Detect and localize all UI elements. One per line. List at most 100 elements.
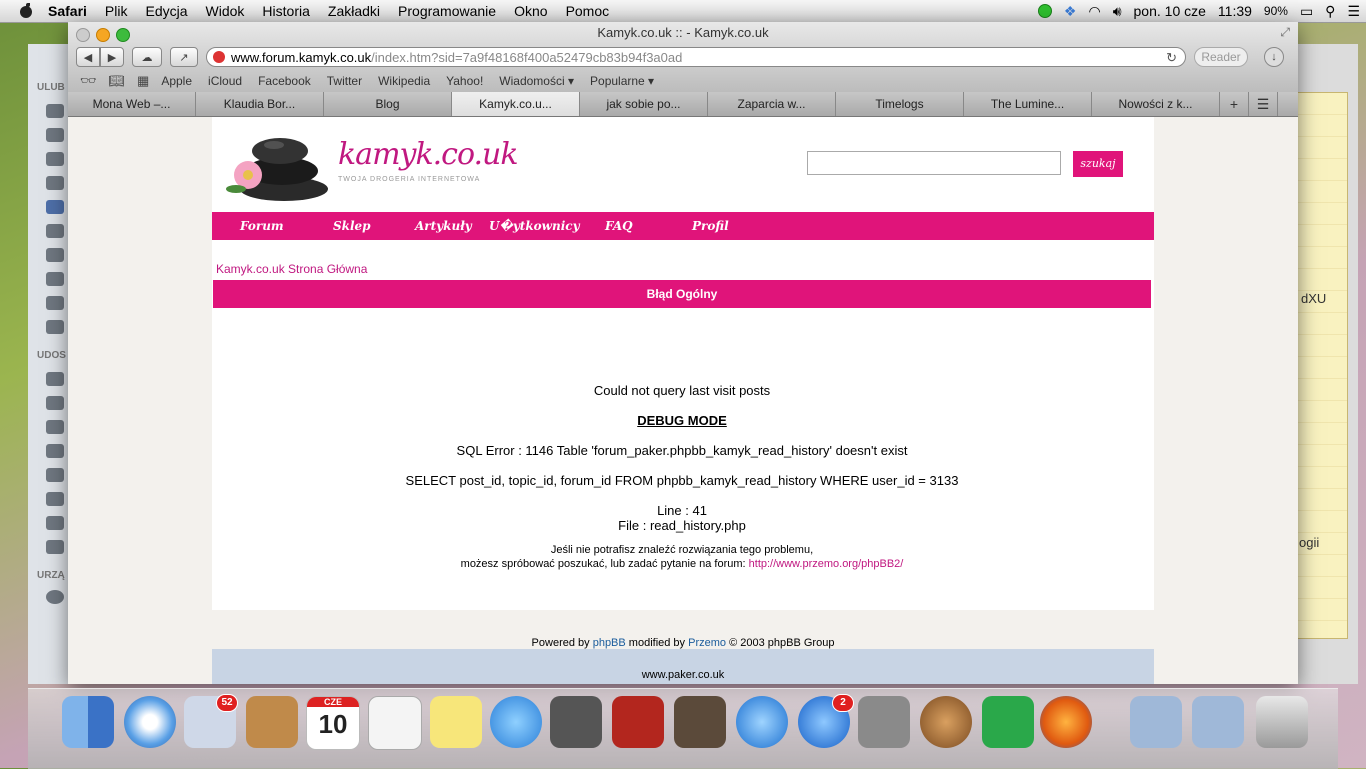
menu-date[interactable]: pon. 10 cze xyxy=(1134,3,1206,19)
tab-jak-sobie[interactable]: jak sobie po... xyxy=(580,92,708,116)
site-logo[interactable]: kamyk.co.uk xyxy=(338,137,519,172)
bookmark-twitter[interactable]: Twitter xyxy=(327,74,362,88)
tab-overview-icon[interactable]: ☰ xyxy=(1249,92,1278,116)
menu-okno[interactable]: Okno xyxy=(514,3,547,19)
tab-blog[interactable]: Blog xyxy=(324,92,452,116)
movies-icon[interactable] xyxy=(46,272,64,286)
menu-time[interactable]: 11:39 xyxy=(1218,3,1252,19)
notification-center-icon[interactable]: ☰ xyxy=(1347,3,1360,20)
search-button[interactable]: szukaj xyxy=(1073,151,1123,177)
tab-nowosci[interactable]: Nowości z k... xyxy=(1092,92,1220,116)
disk-icon[interactable] xyxy=(46,590,64,604)
menu-plik[interactable]: Plik xyxy=(105,3,128,19)
tab-kamyk-active[interactable]: Kamyk.co.u... xyxy=(452,92,580,116)
bookmark-wikipedia[interactable]: Wikipedia xyxy=(378,74,430,88)
shared-computer-icon[interactable] xyxy=(46,468,64,482)
nav-uzytkownicy[interactable]: U�ytkownicy xyxy=(489,212,580,240)
reload-icon[interactable]: ↻ xyxy=(1166,50,1177,66)
downloads-folder-icon[interactable] xyxy=(1192,696,1244,748)
shared-computer-icon[interactable] xyxy=(46,444,64,458)
bookmark-folder-popularne[interactable]: Popularne ▾ xyxy=(590,74,654,88)
bookmark-apple[interactable]: Apple xyxy=(161,74,192,88)
tab-klaudia[interactable]: Klaudia Bor... xyxy=(196,92,324,116)
shared-computer-icon[interactable] xyxy=(46,396,64,410)
menu-pomoc[interactable]: Pomoc xyxy=(566,3,610,19)
menu-historia[interactable]: Historia xyxy=(262,3,309,19)
files-icon[interactable] xyxy=(46,224,64,238)
tab-mona-web[interactable]: Mona Web –... xyxy=(68,92,196,116)
top-sites-grid-icon[interactable]: ▦ xyxy=(137,73,149,89)
wifi-icon[interactable]: ◠ xyxy=(1088,3,1100,20)
system-preferences-icon[interactable] xyxy=(858,696,910,748)
new-tab-icon[interactable]: + xyxy=(1220,92,1249,116)
menu-app-safari[interactable]: Safari xyxy=(48,3,87,19)
shared-computer-icon[interactable] xyxy=(46,492,64,506)
phpbb-link[interactable]: phpBB xyxy=(593,637,626,649)
network-icon[interactable] xyxy=(46,540,64,554)
menu-edycja[interactable]: Edycja xyxy=(145,3,187,19)
firefox-icon[interactable] xyxy=(1040,696,1092,748)
address-bar[interactable]: www.forum.kamyk.co.uk /index.htm?sid=7a9… xyxy=(206,47,1186,67)
menu-widok[interactable]: Widok xyxy=(206,3,245,19)
applications-folder-icon[interactable] xyxy=(1130,696,1182,748)
notes-icon[interactable] xyxy=(430,696,482,748)
spotlight-search-icon[interactable]: ⚲ xyxy=(1325,3,1335,20)
shared-computer-icon[interactable] xyxy=(46,372,64,386)
menu-zakladki[interactable]: Zakładki xyxy=(328,3,380,19)
nav-profil[interactable]: Profil xyxy=(692,212,729,240)
battery-icon[interactable]: ▭ xyxy=(1300,3,1313,20)
tab-timelogs[interactable]: Timelogs xyxy=(836,92,964,116)
share-button[interactable]: ↗ xyxy=(170,47,198,67)
pictures-icon[interactable] xyxy=(46,320,64,334)
contacts-icon[interactable] xyxy=(246,696,298,748)
tab-the-lumine[interactable]: The Lumine... xyxy=(964,92,1092,116)
bookmark-yahoo[interactable]: Yahoo! xyxy=(446,74,483,88)
bookmark-folder-wiadomosci[interactable]: Wiadomości ▾ xyxy=(499,74,574,88)
apple-menu-icon[interactable] xyxy=(18,3,34,19)
bookmarks-book-icon[interactable]: 📖︎ xyxy=(109,73,126,89)
bookmark-icloud[interactable]: iCloud xyxy=(208,74,242,88)
laptop-icon[interactable] xyxy=(46,516,64,530)
shared-computer-icon[interactable] xyxy=(46,420,64,434)
volume-icon[interactable]: 🔊︎ xyxy=(1113,3,1122,20)
fullscreen-icon[interactable]: ⤢ xyxy=(1280,25,1290,40)
facetime-icon[interactable] xyxy=(550,696,602,748)
przemo-link[interactable]: Przemo xyxy=(688,637,726,649)
reminders-icon[interactable] xyxy=(368,696,422,750)
app-icon[interactable] xyxy=(920,696,972,748)
help-forum-link[interactable]: http://www.przemo.org/phpBB2/ xyxy=(749,558,904,570)
status-green-icon[interactable] xyxy=(1037,4,1052,18)
tab-zaparcia[interactable]: Zaparcia w... xyxy=(708,92,836,116)
reading-list-icon[interactable]: 👓︎ xyxy=(80,73,97,89)
applications-icon[interactable] xyxy=(46,176,64,190)
messages-icon[interactable] xyxy=(490,696,542,748)
airdrop-icon[interactable] xyxy=(46,152,64,166)
reader-button[interactable]: Reader xyxy=(1194,47,1248,67)
trash-icon[interactable] xyxy=(1256,696,1308,748)
back-button[interactable]: ◀ xyxy=(76,47,100,67)
music-icon[interactable] xyxy=(46,296,64,310)
downloads-icon[interactable] xyxy=(46,248,64,262)
nav-forum[interactable]: Forum xyxy=(240,212,284,240)
nav-sklep[interactable]: Sklep xyxy=(333,212,371,240)
documents-icon[interactable] xyxy=(46,128,64,142)
calendar-icon[interactable]: CZE 10 xyxy=(306,696,360,750)
safari-icon[interactable] xyxy=(124,696,176,748)
forward-button[interactable]: ▶ xyxy=(100,47,124,67)
dropbox-icon[interactable]: ❖ xyxy=(1064,3,1077,20)
menu-programowanie[interactable]: Programowanie xyxy=(398,3,496,19)
itunes-icon[interactable] xyxy=(736,696,788,748)
iphoto-icon[interactable] xyxy=(674,696,726,748)
nav-artykuly[interactable]: Artykuły xyxy=(415,212,472,240)
icloud-tabs-button[interactable]: ☁ xyxy=(132,47,162,67)
nav-faq[interactable]: FAQ xyxy=(605,212,633,240)
bookmark-facebook[interactable]: Facebook xyxy=(258,74,311,88)
app-icon[interactable] xyxy=(982,696,1034,748)
desktop-icon[interactable] xyxy=(46,200,64,214)
downloads-button[interactable]: ↓ xyxy=(1264,47,1284,67)
battery-percent[interactable]: 90% xyxy=(1264,4,1288,18)
search-input[interactable] xyxy=(807,151,1061,175)
breadcrumb-home-link[interactable]: Kamyk.co.uk Strona Główna xyxy=(216,262,367,276)
footer-site-link[interactable]: www.paker.co.uk xyxy=(212,669,1154,681)
photo-booth-icon[interactable] xyxy=(612,696,664,748)
